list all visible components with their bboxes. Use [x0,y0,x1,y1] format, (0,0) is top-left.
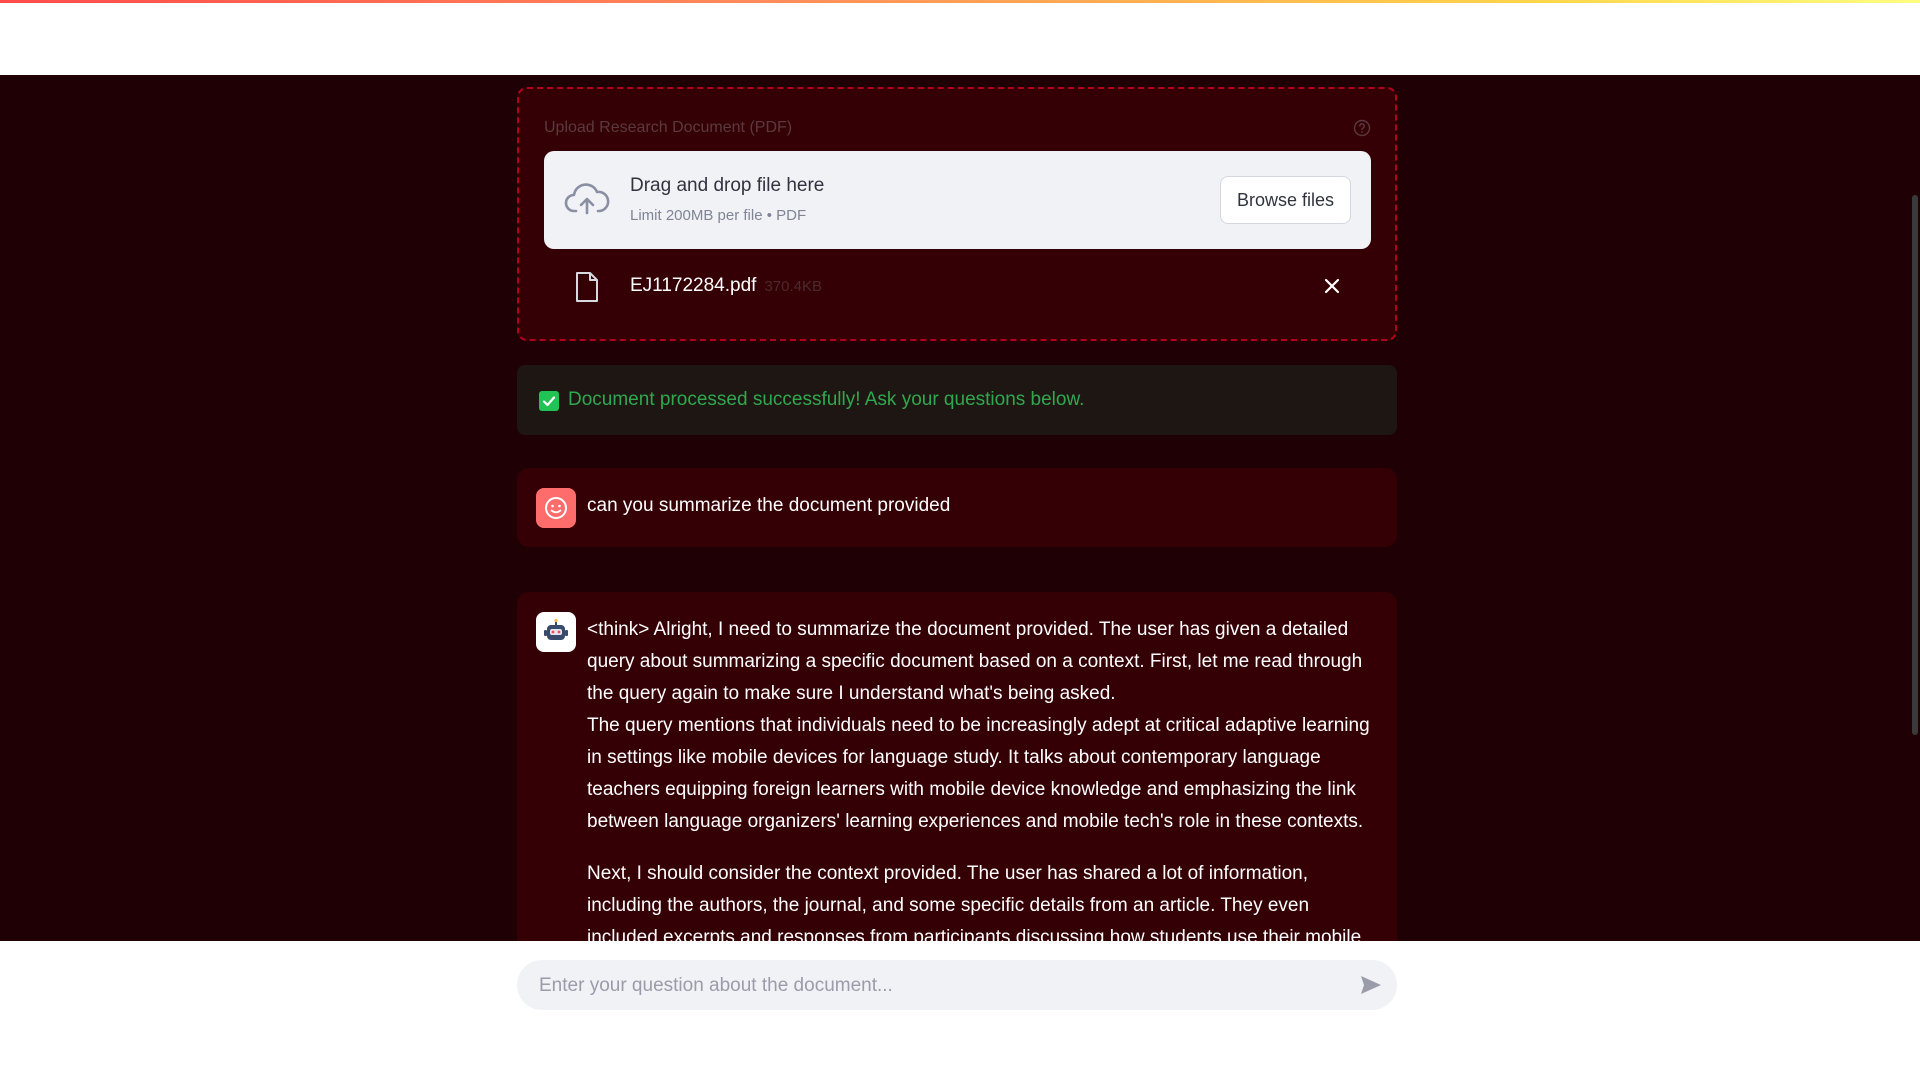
chat-input[interactable] [537,960,1331,1012]
uploaded-file-row: EJ1172284.pdf 370.4KB [544,261,1371,321]
dropzone-subtitle: Limit 200MB per file • PDF [630,207,807,224]
chat-message-user: can you summarize the document provided [517,468,1397,547]
success-alert: Document processed successfully! Ask you… [517,365,1397,435]
robot-avatar-icon [536,612,576,652]
chat-input-container [517,960,1397,1012]
chat-input-area [0,941,1912,1080]
file-uploader: Upload Research Document (PDF) Drag and … [517,87,1397,341]
dropzone[interactable]: Drag and drop file here Limit 200MB per … [544,151,1371,249]
file-icon [576,272,598,302]
check-icon [539,391,559,411]
assistant-message-body: <think> Alright, I need to summarize the… [587,614,1377,941]
user-avatar-icon [536,488,576,528]
file-size: 370.4KB [764,278,822,295]
file-name-text: EJ1172284.pdf [630,275,757,296]
app-header [0,3,1920,75]
assistant-paragraph: The query mentions that individuals need… [587,715,1370,832]
cloud-upload-icon [564,183,610,215]
main-content: Upload Research Document (PDF) Drag and … [0,75,1920,941]
dropzone-title: Drag and drop file here [630,175,825,196]
close-icon[interactable] [1323,277,1341,295]
assistant-paragraph: <think> Alright, I need to summarize the… [587,619,1363,704]
help-circle-icon[interactable] [1353,119,1371,137]
uploader-label: Upload Research Document (PDF) [544,119,793,136]
browse-files-button[interactable]: Browse files [1219,176,1351,224]
file-name: EJ1172284.pdf 370.4KB [630,275,822,297]
scrollbar[interactable] [1912,195,1918,735]
assistant-paragraph: Next, I should consider the context prov… [587,863,1362,941]
send-icon[interactable] [1359,973,1383,997]
alert-text: Document processed successfully! Ask you… [568,389,1085,410]
chat-message-assistant: <think> Alright, I need to summarize the… [517,592,1397,941]
user-message-text: can you summarize the document provided [587,495,951,516]
